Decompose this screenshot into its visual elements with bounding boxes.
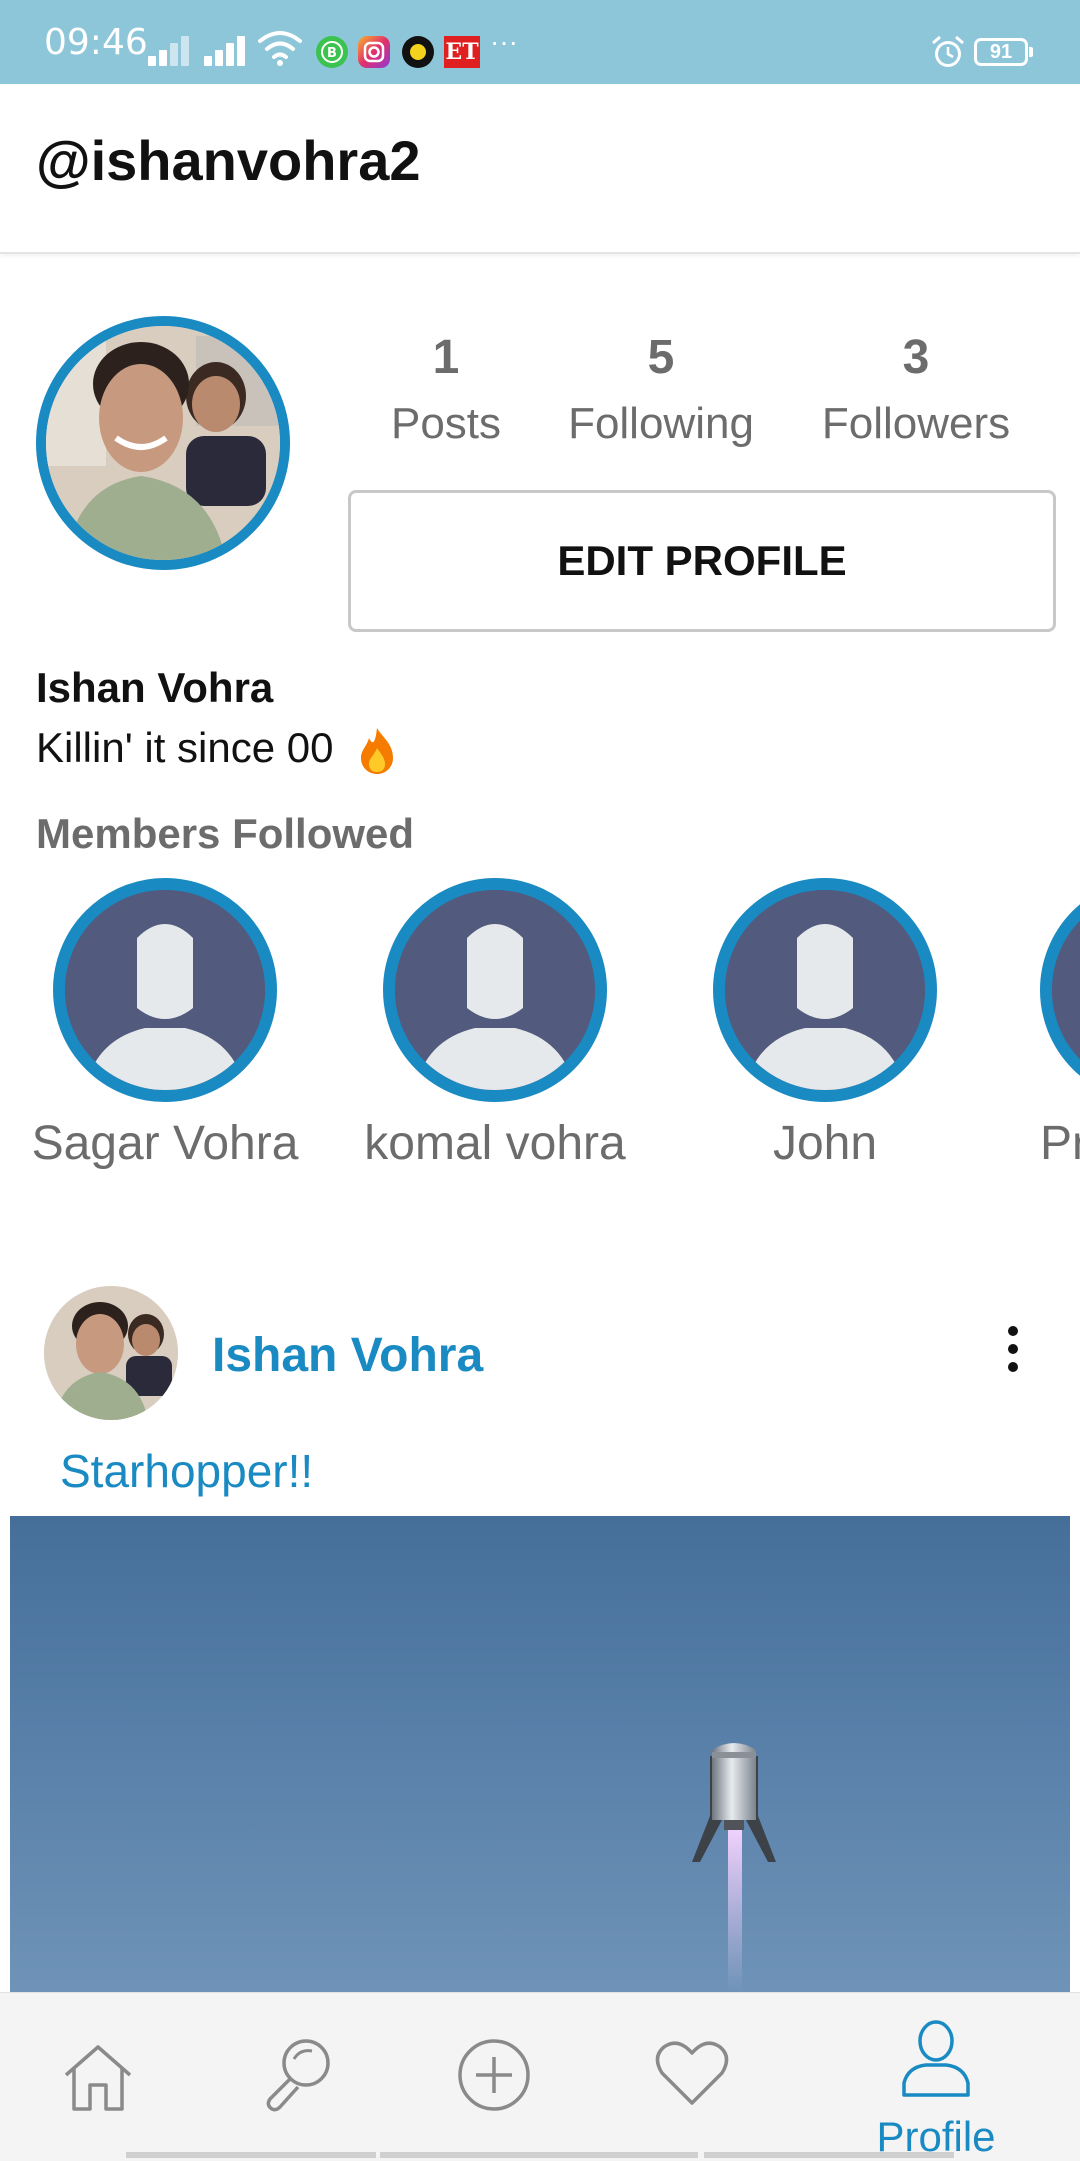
posts-count: 1 <box>432 331 460 384</box>
avatar-placeholder-icon <box>53 878 277 1102</box>
add-icon <box>458 2039 530 2111</box>
member-name: komal vohra <box>364 1117 626 1170</box>
post-caption: Starhopper!! <box>60 1445 314 1497</box>
status-time: 09:46 <box>44 22 148 63</box>
search-icon <box>266 2039 330 2112</box>
nav-add-post[interactable] <box>404 1993 584 2161</box>
profile-icon <box>902 2020 970 2097</box>
posts-stat[interactable]: 1 Posts <box>336 330 556 449</box>
member-item[interactable]: John <box>660 878 990 1171</box>
member-name: John <box>772 1117 878 1170</box>
post-author-photo <box>44 1286 178 1420</box>
profile-bio-text: Killin' it since 00 <box>36 724 334 771</box>
nav-home[interactable] <box>8 1993 188 2161</box>
nav-profile[interactable]: Profile <box>846 1993 1026 2161</box>
signal-icon <box>148 30 189 66</box>
gesture-bar <box>704 2152 954 2158</box>
edit-profile-button[interactable]: EDIT PROFILE <box>348 490 1056 632</box>
post-image[interactable] <box>10 1516 1070 1992</box>
profile-bio: Killin' it since 00 <box>36 724 397 776</box>
instagram-icon <box>358 36 390 68</box>
status-bar: 09:46 B ET ··· 91 <box>0 0 1080 84</box>
followers-count: 3 <box>902 331 930 384</box>
avatar-placeholder-icon <box>1040 878 1080 1102</box>
post-author-name[interactable]: Ishan Vohra <box>212 1328 483 1383</box>
member-item[interactable]: komal vohra <box>330 878 660 1171</box>
wifi-icon <box>258 31 302 66</box>
member-name: Sagar Vohra <box>31 1117 299 1170</box>
following-count: 5 <box>647 331 675 384</box>
avatar-placeholder-icon <box>383 878 607 1102</box>
followers-stat[interactable]: 3 Followers <box>806 330 1026 449</box>
member-name: Pr <box>1040 1117 1080 1170</box>
post-author-avatar[interactable] <box>44 1286 178 1420</box>
signal-icon-2 <box>204 30 245 66</box>
profile-full-name: Ishan Vohra <box>36 664 274 711</box>
et-app-icon: ET <box>444 36 480 68</box>
post-options-icon[interactable] <box>996 1326 1030 1382</box>
bottom-nav: Profile <box>0 1992 1080 2161</box>
members-followed-title: Members Followed <box>36 810 415 857</box>
member-item[interactable]: Pr <box>1040 878 1080 1171</box>
member-item[interactable]: Sagar Vohra <box>0 878 330 1171</box>
following-label: Following <box>568 399 754 448</box>
alarm-icon <box>932 35 964 67</box>
gesture-bar <box>380 2152 698 2158</box>
more-notifications-icon: ··· <box>490 26 518 57</box>
profile-photo <box>46 326 280 560</box>
app-header: @ishanvohra2 <box>0 84 1080 254</box>
home-icon <box>64 2045 132 2111</box>
followers-label: Followers <box>821 399 1011 448</box>
avatar-placeholder-icon <box>713 878 937 1102</box>
nav-activity[interactable] <box>602 1993 782 2161</box>
heart-icon <box>655 2041 729 2105</box>
battery-indicator: 91 <box>974 38 1033 66</box>
following-stat[interactable]: 5 Following <box>551 330 771 449</box>
whatsapp-business-icon: B <box>316 36 348 68</box>
posts-label: Posts <box>390 399 502 448</box>
nav-search[interactable] <box>206 1993 386 2161</box>
fire-icon <box>361 727 394 774</box>
profile-username: @ishanvohra2 <box>36 129 421 192</box>
profile-avatar[interactable] <box>36 316 290 570</box>
svg-text:B: B <box>327 46 337 61</box>
gesture-bar <box>126 2152 376 2158</box>
rocket-photo <box>692 1743 776 1992</box>
app-notification-icon <box>402 36 434 68</box>
